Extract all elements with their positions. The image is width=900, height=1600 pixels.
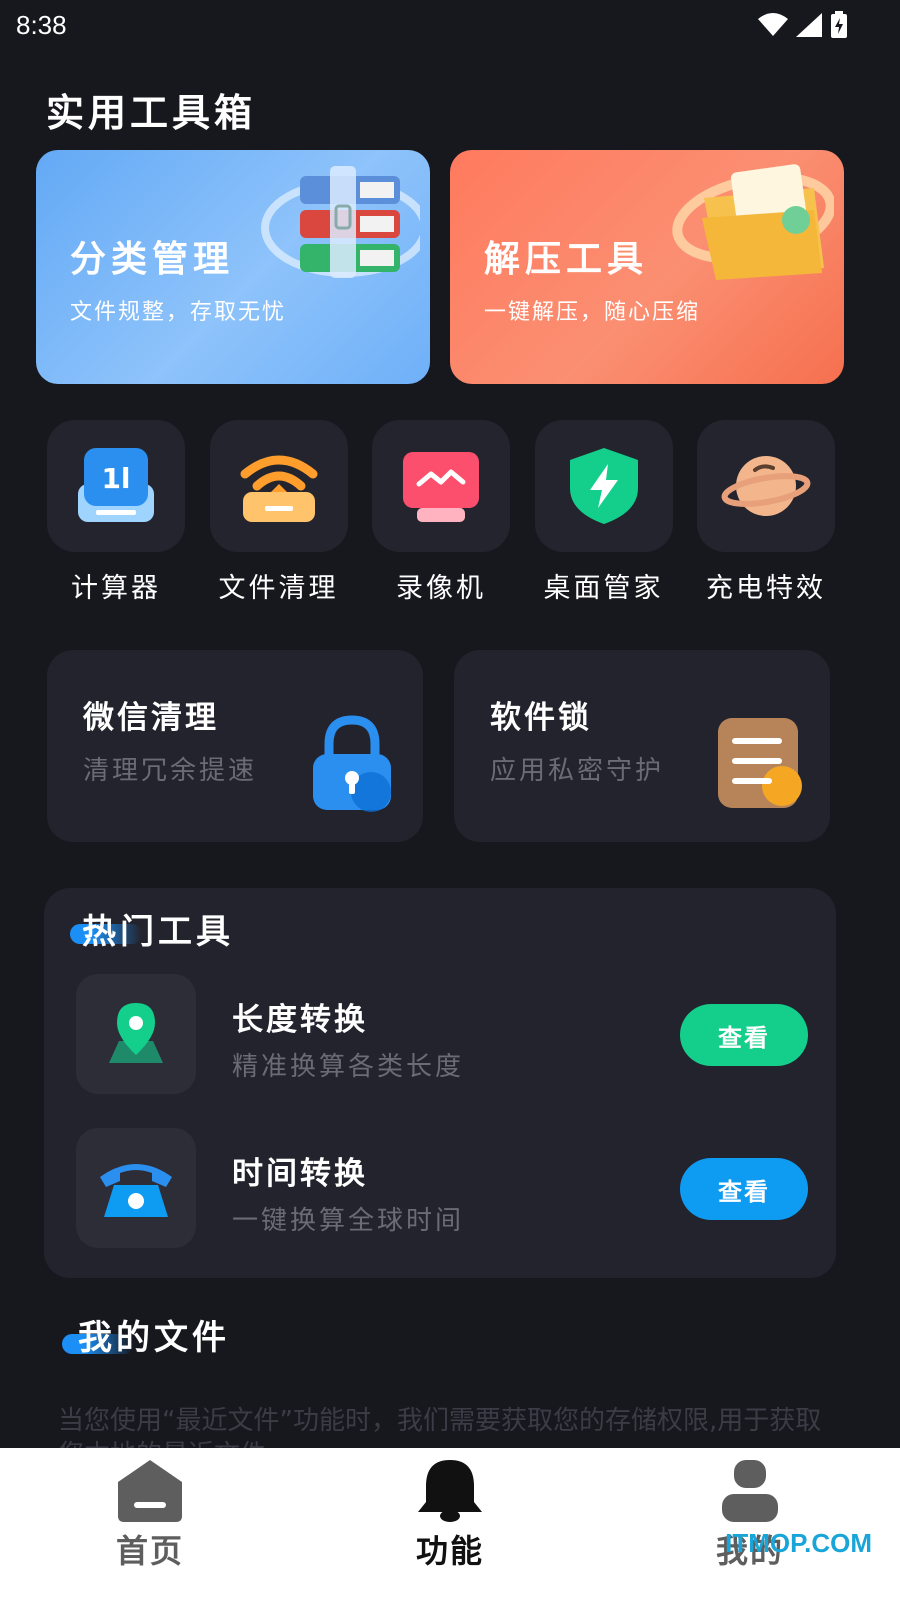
hot-tool-name: 长度转换 (232, 1002, 368, 1038)
wifi-icon (758, 13, 788, 36)
nav-functions[interactable]: 功能 (300, 1448, 600, 1600)
bell-icon (418, 1460, 482, 1522)
hot-tool-name: 时间转换 (232, 1156, 368, 1192)
tool-label: 桌面管家 (543, 573, 664, 604)
tool-recorder[interactable]: 录像机 (371, 420, 511, 610)
tool-label: 录像机 (396, 573, 486, 604)
card-subtitle: 一键解压，随心压缩 (484, 300, 701, 325)
tool-icon-box (534, 420, 673, 552)
hot-tools-title: 热门工具 (82, 912, 234, 952)
my-files-title: 我的文件 (78, 1318, 230, 1358)
tool-icon-box (372, 420, 510, 552)
page-title: 实用工具箱 (46, 91, 257, 135)
card-title: 分类管理 (70, 239, 235, 280)
zip-folder-icon (672, 164, 834, 280)
hot-tool-desc: 一键换算全球时间 (232, 1206, 465, 1236)
telephone-icon (100, 1164, 172, 1217)
card-subtitle: 文件规整，存取无忧 (70, 300, 287, 325)
hot-icon-box (76, 974, 196, 1094)
card-title: 软件锁 (490, 700, 592, 736)
classify-manage-card[interactable]: 分类管理 文件规整，存取无忧 (36, 150, 430, 384)
nav-home[interactable]: 首页 (0, 1448, 300, 1600)
tool-icon-box: 1l (47, 420, 185, 552)
shield-bolt-icon (569, 448, 638, 524)
monitor-icon (403, 452, 479, 522)
software-lock-card[interactable]: 软件锁 应用私密守护 (454, 650, 830, 842)
tool-label: 文件清理 (218, 573, 339, 604)
card-subtitle: 应用私密守护 (490, 756, 665, 786)
bottom-nav: 首页 功能 我的 (0, 1448, 900, 1600)
watermark: ITMOP.COM (725, 1528, 872, 1558)
wifi-clean-icon (240, 455, 317, 522)
hot-icon-box (76, 1128, 196, 1248)
view-time-button[interactable]: 查看 (680, 1158, 808, 1220)
padlock-icon (313, 715, 391, 812)
tool-grid: 1l 计算器 文件清理 录像机 桌面管家 充电特效 (46, 420, 836, 610)
tool-label: 计算器 (71, 573, 161, 604)
svg-text:1l: 1l (101, 462, 130, 495)
card-title: 解压工具 (484, 239, 649, 280)
hot-tool-desc: 精准换算各类长度 (232, 1052, 465, 1082)
card-title: 微信清理 (83, 700, 219, 736)
unzip-tool-card[interactable]: 解压工具 一键解压，随心压缩 (450, 150, 844, 384)
hot-tools-panel: 热门工具 长度转换 精准换算各类长度 查看 时间转换 一键换算全球时间 查看 (44, 888, 836, 1278)
status-bar: 8:38 (0, 0, 900, 50)
view-length-button[interactable]: 查看 (680, 1004, 808, 1066)
hot-tool-length[interactable]: 长度转换 精准换算各类长度 查看 (76, 974, 816, 1096)
hot-tool-time[interactable]: 时间转换 一键换算全球时间 查看 (76, 1128, 816, 1250)
map-pin-icon (109, 1003, 163, 1063)
tool-calculator[interactable]: 1l 计算器 (46, 420, 186, 610)
nav-mine[interactable]: 我的 (600, 1448, 900, 1600)
notes-icon (718, 718, 802, 808)
tool-icon-box (209, 420, 348, 552)
files-permission-notice: 当您使用“最近文件”功能时，我们需要获取您的存储权限,用于获取您本地的最近文件 (58, 1406, 822, 1448)
planet-icon (721, 456, 811, 516)
wechat-clean-card[interactable]: 微信清理 清理冗余提速 (47, 650, 423, 842)
card-subtitle: 清理冗余提速 (83, 756, 258, 786)
person-icon (722, 1460, 778, 1522)
status-icons (758, 11, 848, 39)
nav-label: 首页 (115, 1532, 184, 1570)
tool-file-clean[interactable]: 文件清理 (209, 420, 349, 610)
nav-label: 功能 (415, 1532, 484, 1570)
home-icon (118, 1460, 182, 1522)
calculator-icon: 1l (78, 448, 154, 522)
tool-label: 充电特效 (706, 573, 826, 604)
battery-charging-icon (831, 11, 847, 38)
books-folder-icon (261, 166, 420, 278)
tool-desktop-manager[interactable]: 桌面管家 (534, 420, 674, 610)
tool-charging-effect[interactable]: 充电特效 (696, 420, 836, 610)
tool-icon-box (697, 420, 835, 552)
status-time: 8:38 (16, 9, 67, 40)
signal-icon (796, 13, 822, 37)
